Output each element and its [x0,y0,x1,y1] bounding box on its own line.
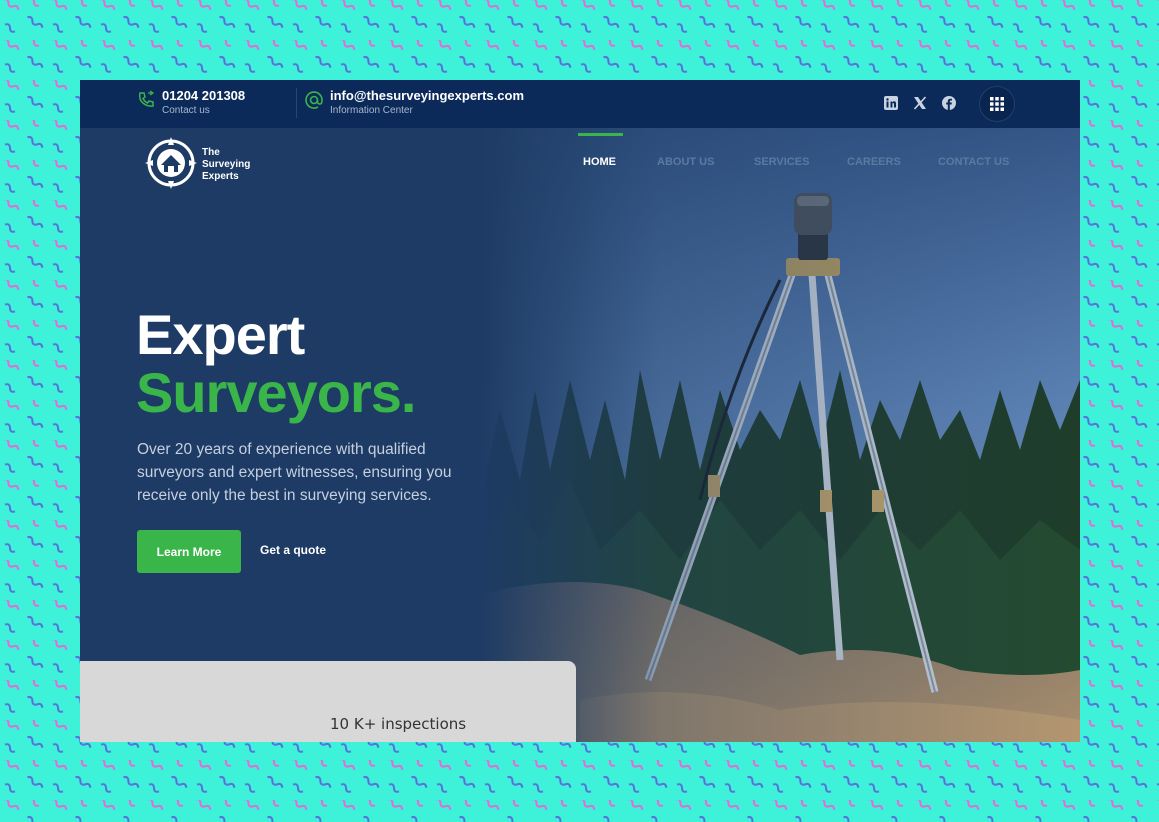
hero-title: Expert Surveyors. [136,306,416,422]
phone-icon [138,90,155,107]
hero-title-line-1: Expert [136,303,305,366]
nav-item-careers[interactable]: CAREERS [847,156,901,168]
get-a-quote-link[interactable]: Get a quote [260,543,326,557]
hero-title-line-2: Surveyors. [136,361,416,424]
inspections-stat: 10 K+ inspections [330,715,467,733]
compass-house-logo-icon [145,137,197,189]
facebook-icon[interactable] [941,95,957,111]
topbar-divider [296,88,297,118]
logo-line-3: Experts [202,171,239,182]
email-contact[interactable]: info@thesurveyingexperts.com Information… [304,88,544,120]
learn-more-button[interactable]: Learn More [137,530,241,573]
website-screenshot: 01204 201308 Contact us info@thesurveyin… [80,80,1080,742]
logo-line-2: Surveying [202,159,251,170]
linkedin-icon[interactable] [883,95,899,111]
grid-icon [990,97,1004,111]
at-icon [305,91,323,109]
email-label: Information Center [330,105,413,116]
stats-card: 10 K+ inspections [80,661,576,742]
logo-wordmark: The Surveying Experts [202,147,282,183]
logo-line-1: The [202,147,220,158]
apps-menu-button[interactable] [979,86,1015,122]
phone-label: Contact us [162,105,210,116]
site-logo[interactable]: The Surveying Experts [144,136,274,192]
phone-number[interactable]: 01204 201308 [162,88,245,103]
top-contact-bar: 01204 201308 Contact us info@thesurveyin… [80,80,1080,128]
email-address[interactable]: info@thesurveyingexperts.com [330,88,524,103]
phone-contact[interactable]: 01204 201308 Contact us [136,88,276,120]
nav-item-services[interactable]: SERVICES [754,156,809,168]
nav-item-contact-us[interactable]: CONTACT US [938,156,1009,168]
nav-active-indicator [578,133,623,136]
nav-item-home[interactable]: HOME [583,156,616,168]
hero-description: Over 20 years of experience with qualifi… [137,441,452,504]
nav-item-about-us[interactable]: ABOUT US [657,156,714,168]
x-icon[interactable] [912,95,928,111]
